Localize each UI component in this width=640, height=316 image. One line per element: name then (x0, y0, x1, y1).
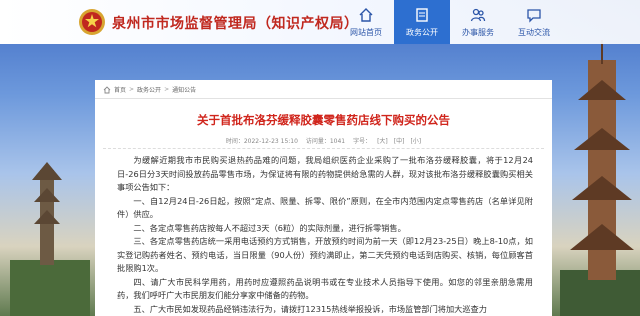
breadcrumb-notices[interactable]: 通知公告 (172, 85, 196, 94)
site-title: 泉州市市场监督管理局（知识产权局） (112, 16, 359, 32)
breadcrumb: 首页 > 政务公开 > 通知公告 (103, 85, 196, 94)
article-title: 关于首批布洛芬缓释胶囊零售药店线下购买的公告 (197, 113, 450, 127)
article-body: 为缓解近期我市市民购买退热药品难的问题，我局组织医药企业采购了一批布洛芬缓释胶囊… (117, 154, 533, 316)
article-views: 访问量：1041 (305, 138, 346, 145)
article-paragraph: 五、广大市民如发现药品经销违法行为，请拨打12315热线举报投诉，市场监管部门将… (133, 303, 487, 314)
divider (95, 98, 552, 99)
site-header: 泉州市市场监督管理局（知识产权局） 网站首页 政务公开 办事服务 互动交流 (0, 0, 640, 44)
font-medium-button[interactable]: [中] (394, 138, 405, 145)
article-paragraph: 为缓解近期我市市民购买退热药品难的问题，我局组织医药企业采购了一批布洛芬缓释胶囊… (117, 155, 533, 192)
breadcrumb-home-icon (103, 85, 111, 93)
article-paragraph: 四、请广大市民科学用药，用药时应遵照药品说明书或在专业技术人员指导下使用。如您的… (117, 276, 533, 301)
breadcrumb-gov-affairs[interactable]: 政务公开 (137, 85, 161, 94)
font-size-label: 字号： (353, 138, 372, 145)
nav-home[interactable]: 网站首页 (338, 0, 394, 44)
breadcrumb-separator: > (129, 86, 135, 93)
nav-gov-affairs-label: 政务公开 (406, 27, 438, 37)
article-paragraph: 三、各定点零售药店统一采用电话预约方式销售，开放预约时间为前一天（即12月23-… (117, 236, 533, 273)
nav-home-label: 网站首页 (350, 27, 382, 37)
article-paragraph: 一、自12月24日-26日起，按照“定点、限量、拆零、限价”原则，在全市内范围内… (117, 195, 533, 220)
nav-services[interactable]: 办事服务 (450, 0, 506, 44)
people-icon (470, 8, 486, 21)
breadcrumb-separator: > (164, 86, 170, 93)
pagoda-left-image (10, 162, 90, 316)
nav-gov-affairs[interactable]: 政务公开 (394, 0, 450, 44)
nav-services-label: 办事服务 (462, 27, 494, 37)
document-icon (416, 7, 428, 22)
article-meta: 时间：2022-12-23 15:10 访问量：1041 字号： [大] [中] [小… (95, 136, 552, 145)
nav-interaction[interactable]: 互动交流 (506, 0, 562, 44)
breadcrumb-home[interactable]: 首页 (114, 85, 126, 94)
divider (103, 148, 544, 149)
nav-interaction-label: 互动交流 (518, 27, 550, 37)
font-small-button[interactable]: [小] (410, 138, 421, 145)
main-nav: 网站首页 政务公开 办事服务 互动交流 (338, 0, 562, 44)
pagoda-right-image (560, 40, 640, 316)
home-icon (359, 7, 373, 22)
font-large-button[interactable]: [大] (377, 138, 388, 145)
article-panel: 首页 > 政务公开 > 通知公告 关于首批布洛芬缓释胶囊零售药店线下购买的公告 … (95, 80, 552, 316)
chat-icon (527, 8, 541, 23)
emblem-logo-icon (79, 9, 105, 35)
article-date: 时间：2022-12-23 15:10 (225, 138, 298, 145)
article-paragraph: 二、各定点零售药店按每人不超过3天（6粒）的实际剂量，进行拆零销售。 (133, 222, 406, 233)
